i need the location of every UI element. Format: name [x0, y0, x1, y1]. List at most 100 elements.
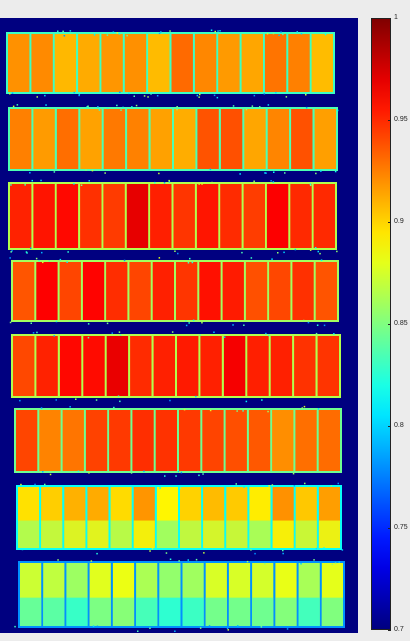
- plot-cell: [152, 262, 174, 320]
- plot-cell: [220, 109, 243, 169]
- plot-cell: [31, 34, 53, 92]
- plot-cell: [179, 410, 201, 471]
- plot-cell: [80, 184, 102, 248]
- plot-cell: [173, 184, 195, 248]
- colorbar-tick-mark: [388, 222, 391, 223]
- plot-cell: [36, 262, 58, 320]
- plot-cell: [56, 184, 79, 248]
- plot-cell: [177, 336, 199, 396]
- plot-cell: [10, 109, 32, 169]
- plot-cell: [174, 109, 196, 169]
- plot-cell-low-band: [318, 520, 340, 548]
- plot-cell: [196, 184, 219, 248]
- plot-cell: [272, 410, 294, 471]
- plot-cell: [313, 184, 335, 248]
- plot-cell: [267, 109, 290, 169]
- plot-cell: [292, 262, 314, 320]
- plot-cell: [78, 34, 100, 92]
- plot-cell-low-band: [66, 597, 88, 626]
- plot-cell-low-band: [295, 520, 317, 548]
- plot-row: [6, 32, 335, 94]
- figure: 1 0.95 0.9 0.85 0.8 0.75 0.7: [0, 0, 410, 641]
- plot-cell: [269, 262, 291, 320]
- plot-cell: [83, 336, 105, 396]
- plot-cell-low-band: [87, 520, 109, 548]
- plot-cell: [148, 34, 170, 92]
- plot-cell: [245, 262, 268, 320]
- plot-cell: [199, 262, 221, 320]
- colorbar-tick-mark: [388, 528, 391, 529]
- plot-cell: [315, 262, 337, 320]
- plot-cell-low-band: [228, 597, 251, 626]
- plot-cell: [222, 262, 244, 320]
- plot-cell-low-band: [112, 597, 135, 626]
- plot-cell: [314, 109, 336, 169]
- colorbar-tick-label: 0.95: [394, 116, 408, 123]
- plot-cell: [155, 410, 177, 471]
- plot-cell: [129, 262, 151, 320]
- plot-cell: [247, 336, 269, 396]
- colorbar-tick-mark: [388, 426, 391, 427]
- plot-cell: [33, 109, 55, 169]
- colorbar-tick-label: 0.9: [394, 218, 404, 225]
- plot-cell: [311, 34, 333, 92]
- colorbar-tick-mark: [388, 120, 391, 121]
- plot-cell: [288, 34, 310, 92]
- plot-cell: [290, 184, 312, 248]
- plot-cell-low-band: [182, 597, 204, 626]
- plot-cell: [171, 34, 193, 92]
- plot-cell: [317, 336, 339, 396]
- plot-cell: [243, 184, 265, 248]
- plot-cell: [62, 410, 84, 471]
- plot-cell: [126, 184, 149, 248]
- plot-cell: [200, 336, 222, 396]
- colorbar-tick-label: 0.7: [394, 626, 404, 633]
- plot-cell-low-band: [275, 597, 297, 626]
- plot-cell: [194, 34, 217, 92]
- plot-cell-low-band: [18, 520, 40, 548]
- plot-cell-low-band: [20, 597, 42, 626]
- plot-row: [16, 485, 342, 550]
- plot-map: [6, 29, 345, 632]
- plot-cell: [270, 336, 293, 396]
- plot-cell: [153, 336, 175, 396]
- plot-cell-low-band: [41, 520, 63, 548]
- plot-cell: [130, 336, 152, 396]
- plot-cell: [33, 184, 55, 248]
- colorbar-tick-mark: [388, 630, 391, 631]
- plot-cell: [80, 109, 102, 169]
- plot-cell: [150, 109, 172, 169]
- plot-row: [14, 408, 342, 473]
- plot-cell: [295, 410, 317, 471]
- plot-cell-low-band: [272, 520, 294, 548]
- plot-row: [8, 182, 337, 250]
- plot-cell-low-band: [110, 520, 132, 548]
- plot-cell-low-band: [252, 597, 274, 626]
- plot-cell: [103, 109, 126, 169]
- plot-cell: [103, 184, 125, 248]
- plot-cell-low-band: [89, 597, 111, 626]
- plot-cell: [13, 336, 35, 396]
- plot-cell: [294, 336, 316, 396]
- plot-cell: [176, 262, 198, 320]
- plot-cell: [106, 336, 129, 396]
- plot-cell: [39, 410, 61, 471]
- plot-cell: [59, 336, 82, 396]
- plot-cell: [85, 410, 108, 471]
- plot-cell: [244, 109, 266, 169]
- plot-cell: [197, 109, 219, 169]
- plot-cell: [225, 410, 247, 471]
- plot-cell: [291, 109, 313, 169]
- colorbar-tick-label: 0.8: [394, 422, 404, 429]
- plot-cell: [16, 410, 38, 471]
- colorbar-tick-label: 0.85: [394, 320, 408, 327]
- plot-cell: [59, 262, 81, 320]
- plot-cell-low-band: [133, 520, 155, 548]
- plot-cell: [318, 410, 340, 471]
- plot-cell: [82, 262, 105, 320]
- plot-row: [18, 561, 345, 628]
- plot-cell-low-band: [156, 520, 178, 548]
- plot-cell: [220, 184, 242, 248]
- colorbar-tick-mark: [388, 324, 391, 325]
- colorbar-tick-label: 0.75: [394, 524, 408, 531]
